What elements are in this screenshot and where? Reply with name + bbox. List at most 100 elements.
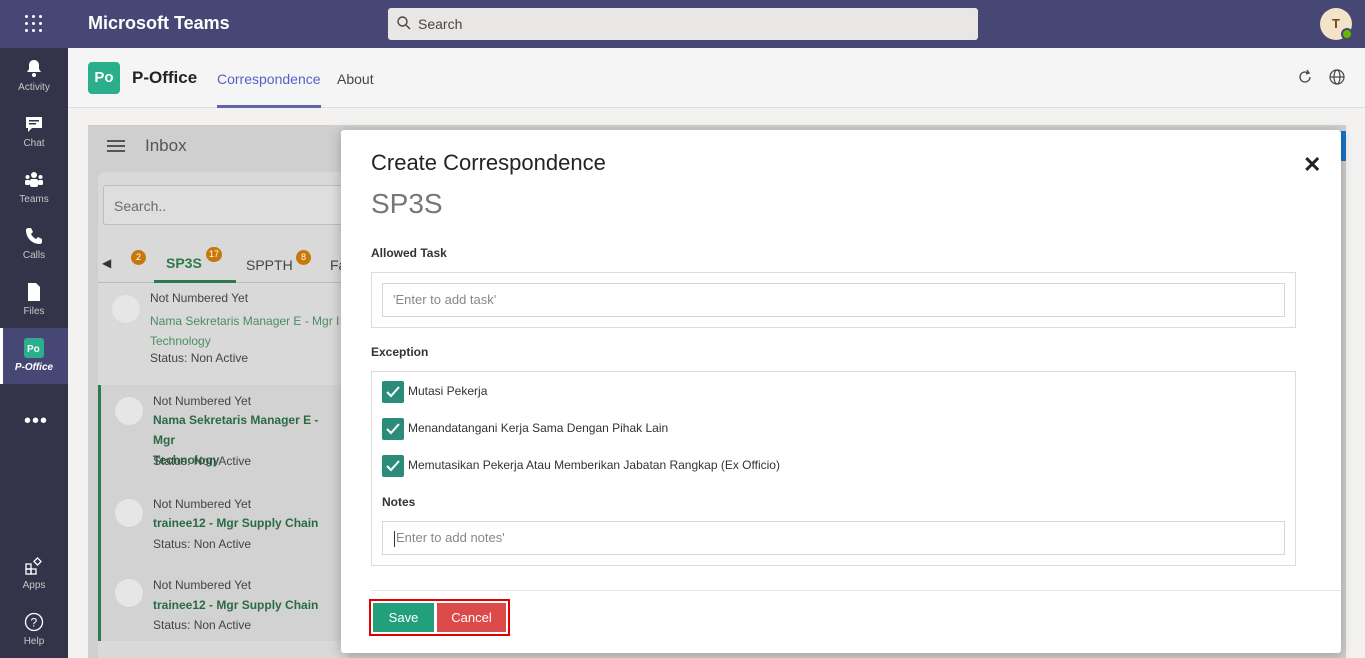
checkbox-checked[interactable] xyxy=(382,418,404,440)
item-status: Status: Non Active xyxy=(153,454,252,468)
teams-icon xyxy=(25,172,43,187)
checkbox-checked[interactable] xyxy=(382,381,404,403)
item-number: Not Numbered Yet xyxy=(153,394,252,408)
active-tab-indicator xyxy=(217,105,321,108)
item-number: Not Numbered Yet xyxy=(153,497,252,511)
more-apps-icon[interactable]: ••• xyxy=(24,410,48,433)
tab-badge: 2 xyxy=(131,250,146,265)
item-number: Not Numbered Yet xyxy=(150,291,249,305)
rail-item-p-office[interactable]: Po P-Office xyxy=(0,328,68,384)
rail-label: Files xyxy=(23,306,45,317)
item-number: Not Numbered Yet xyxy=(153,578,252,592)
rail-label: Calls xyxy=(22,250,46,261)
app-name: P-Office xyxy=(132,68,198,87)
exception-label: Exception xyxy=(371,345,429,359)
dialog-footer-divider xyxy=(371,590,1341,591)
check-icon xyxy=(386,460,400,472)
tab-sp3s[interactable]: SP3S xyxy=(166,255,202,271)
rail-label: Activity xyxy=(18,82,50,93)
tab-badge: 8 xyxy=(296,250,311,265)
dialog-subtitle: SP3S xyxy=(371,188,443,219)
checkbox-label: Memutasikan Pekerja Atau Memberikan Jaba… xyxy=(408,458,780,472)
list-item[interactable]: Not Numbered Yet trainee12 - Mgr Supply … xyxy=(98,485,348,569)
check-icon xyxy=(386,423,400,435)
teams-title: Microsoft Teams xyxy=(88,13,230,33)
exception-box: Mutasi Pekerja Menandatangani Kerja Sama… xyxy=(371,371,1296,566)
rail-item-activity[interactable]: Activity xyxy=(0,48,68,104)
inbox-title: Inbox xyxy=(145,136,187,155)
rail-label: Apps xyxy=(22,580,46,591)
list-item[interactable]: Not Numbered Yet trainee12 - Mgr Supply … xyxy=(98,569,348,641)
dialog-title: Create Correspondence xyxy=(371,150,606,175)
allowed-task-box: 'Enter to add task' xyxy=(371,272,1296,328)
item-status: Status: Non Active xyxy=(150,351,249,365)
tab-about[interactable]: About xyxy=(337,71,374,87)
cancel-button[interactable]: Cancel xyxy=(437,603,506,632)
rail-item-apps[interactable]: Apps xyxy=(0,546,68,602)
apps-icon xyxy=(25,557,42,575)
p-office-logo: Po xyxy=(88,62,120,94)
rail-item-chat[interactable]: Chat xyxy=(0,104,68,160)
phone-icon xyxy=(26,228,42,244)
rail-label: Teams xyxy=(19,194,49,205)
allowed-task-label: Allowed Task xyxy=(371,246,447,260)
rail-item-files[interactable]: Files xyxy=(0,272,68,328)
teams-header: Microsoft Teams Search T xyxy=(0,0,1365,48)
teams-search-input[interactable]: Search xyxy=(388,8,978,40)
highlight-frame: Save Cancel xyxy=(369,599,510,636)
inbox-search-input[interactable]: Search.. xyxy=(103,185,343,225)
checkbox-label: Mutasi Pekerja xyxy=(408,384,488,398)
inbox-tabs: ◀ 2 SP3S 17 SPPTH 8 Fa xyxy=(98,243,348,283)
list-item-selected[interactable]: Not Numbered Yet Nama Sekretaris Manager… xyxy=(98,385,348,485)
app-header: Po P-Office Correspondence About xyxy=(68,48,1365,108)
item-status: Status: Non Active xyxy=(153,618,252,632)
svg-text:Po: Po xyxy=(27,344,40,355)
globe-icon[interactable] xyxy=(1329,69,1345,85)
svg-text:?: ? xyxy=(31,616,38,630)
task-input[interactable]: 'Enter to add task' xyxy=(382,283,1285,317)
avatar xyxy=(115,397,143,425)
search-icon xyxy=(397,16,411,30)
checkbox-checked[interactable] xyxy=(382,455,404,477)
close-icon[interactable]: ✕ xyxy=(1303,152,1321,178)
item-title: trainee12 - Mgr Supply Chain xyxy=(153,516,319,530)
inbox-tab-indicator xyxy=(154,280,236,283)
app-launcher-icon[interactable] xyxy=(22,12,46,36)
save-button[interactable]: Save xyxy=(373,603,434,632)
rail-label: Chat xyxy=(23,138,45,149)
rail-item-help[interactable]: ? Help xyxy=(0,602,68,658)
tab-badge: 17 xyxy=(206,247,223,262)
inbox-header: Inbox xyxy=(88,125,348,165)
check-icon xyxy=(386,386,400,398)
rail-label: Help xyxy=(23,636,45,647)
poffice-icon: Po xyxy=(24,338,44,358)
notes-label: Notes xyxy=(382,495,416,509)
file-icon xyxy=(28,283,40,301)
item-title: Nama Sekretaris Manager E - Mgr I Technol… xyxy=(150,314,340,348)
text-cursor xyxy=(394,531,395,547)
item-title: trainee12 - Mgr Supply Chain xyxy=(153,598,319,612)
help-icon: ? xyxy=(24,612,44,632)
bell-icon xyxy=(27,60,41,77)
rail-item-teams[interactable]: Teams xyxy=(0,160,68,216)
tab-correspondence[interactable]: Correspondence xyxy=(217,71,321,87)
avatar xyxy=(115,579,143,607)
search-placeholder: Search xyxy=(418,16,463,32)
notes-input[interactable]: Enter to add notes' xyxy=(382,521,1285,555)
rail-label: P-Office xyxy=(14,362,54,373)
left-app-rail: Activity Chat Teams Calls Files Po P-Off… xyxy=(0,48,68,658)
chat-icon xyxy=(26,117,42,132)
avatar xyxy=(112,295,140,323)
hamburger-menu-icon[interactable] xyxy=(107,140,125,155)
tab-sppth[interactable]: SPPTH xyxy=(246,257,293,273)
scroll-left-icon[interactable]: ◀ xyxy=(102,256,111,270)
refresh-icon[interactable] xyxy=(1297,69,1313,85)
item-status: Status: Non Active xyxy=(153,537,252,551)
notes-placeholder: Enter to add notes' xyxy=(396,530,505,545)
presence-status-icon xyxy=(1341,28,1353,40)
checkbox-label: Menandatangani Kerja Sama Dengan Pihak L… xyxy=(408,421,669,435)
rail-item-calls[interactable]: Calls xyxy=(0,216,68,272)
list-item[interactable]: Not Numbered Yet Nama Sekretaris Manager… xyxy=(98,289,348,389)
create-correspondence-dialog: Create Correspondence SP3S ✕ Allowed Tas… xyxy=(341,130,1341,653)
avatar xyxy=(115,499,143,527)
